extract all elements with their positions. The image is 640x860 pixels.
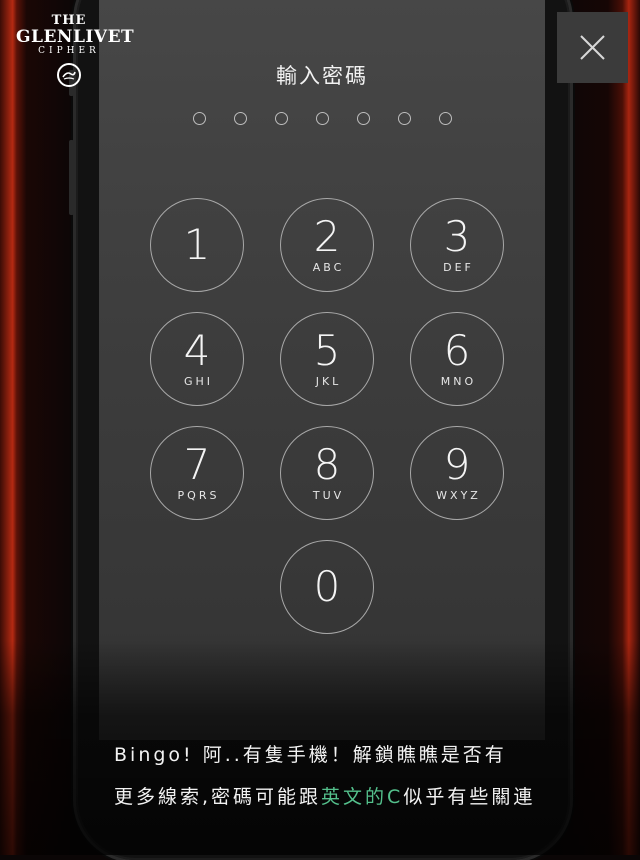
passcode-dot [438, 112, 452, 125]
emblem-icon-graphic [62, 71, 76, 80]
passcode-dot [192, 112, 206, 125]
key-letters: GHI [183, 375, 214, 388]
keypad-key-3[interactable]: 3 DEF [410, 198, 504, 292]
key-digit: 7 [183, 440, 211, 489]
brand-logo: THE GLENLIVET CIPHER [16, 13, 135, 87]
key-digit: 4 [183, 326, 211, 375]
key-letters: DEF [443, 261, 474, 274]
keypad-key-0[interactable]: 0 [280, 540, 374, 634]
keypad-key-8[interactable]: 8 TUV [280, 426, 374, 520]
key-letters: TUV [312, 489, 345, 502]
keypad-key-4[interactable]: 4 GHI [150, 312, 244, 406]
key-digit: 9 [443, 440, 471, 489]
caption-hint: 英文的C [321, 786, 404, 808]
logo-line-name: GLENLIVET [16, 27, 135, 47]
key-digit: 2 [313, 212, 341, 261]
caption-line-1: Bingo! 阿..有隻手機！解鎖瞧瞧是否有 [114, 744, 507, 766]
caption-line-2: 更多線索,密碼可能跟英文的C似乎有些關連 [114, 776, 535, 818]
caption-text: 更多線索,密碼可能跟 [114, 786, 322, 808]
keypad-key-1[interactable]: 1 [150, 198, 244, 292]
passcode-dot [397, 112, 411, 125]
logo-line-the: THE [51, 13, 87, 28]
key-digit: 3 [443, 212, 471, 261]
caption-text: 似乎有些關連 [403, 786, 536, 808]
passcode-dot [356, 112, 370, 125]
passcode-title: 輸入密碼 [276, 64, 368, 88]
phone-side-button [69, 140, 74, 215]
key-digit: 6 [443, 326, 471, 375]
phone-screen: 輸入密碼 1 2 ABC 3 DEF 4 GHI 5 JKL 6 MNO 7 P… [99, 0, 545, 740]
key-letters: JKL [315, 375, 342, 388]
key-digit: 1 [183, 220, 211, 269]
keypad-key-7[interactable]: 7 PQRS [150, 426, 244, 520]
close-button[interactable] [557, 12, 628, 83]
keypad-key-6[interactable]: 6 MNO [410, 312, 504, 406]
close-icon [580, 35, 605, 60]
keypad-key-2[interactable]: 2 ABC [280, 198, 374, 292]
key-digit: 5 [313, 326, 341, 375]
key-digit: 0 [313, 562, 341, 611]
passcode-dots [99, 112, 545, 125]
story-caption: Bingo! 阿..有隻手機！解鎖瞧瞧是否有 更多線索,密碼可能跟英文的C似乎有… [114, 734, 535, 818]
key-digit: 8 [313, 440, 341, 489]
logo-line-sub: CIPHER [38, 46, 100, 56]
key-letters: PQRS [177, 489, 220, 502]
key-letters: MNO [440, 375, 477, 388]
emblem-icon [57, 63, 81, 87]
keypad-key-5[interactable]: 5 JKL [280, 312, 374, 406]
key-letters: ABC [312, 261, 345, 274]
keypad-key-9[interactable]: 9 WXYZ [410, 426, 504, 520]
passcode-dot [274, 112, 288, 125]
key-letters: WXYZ [436, 489, 481, 502]
passcode-dot [315, 112, 329, 125]
passcode-dot [233, 112, 247, 125]
